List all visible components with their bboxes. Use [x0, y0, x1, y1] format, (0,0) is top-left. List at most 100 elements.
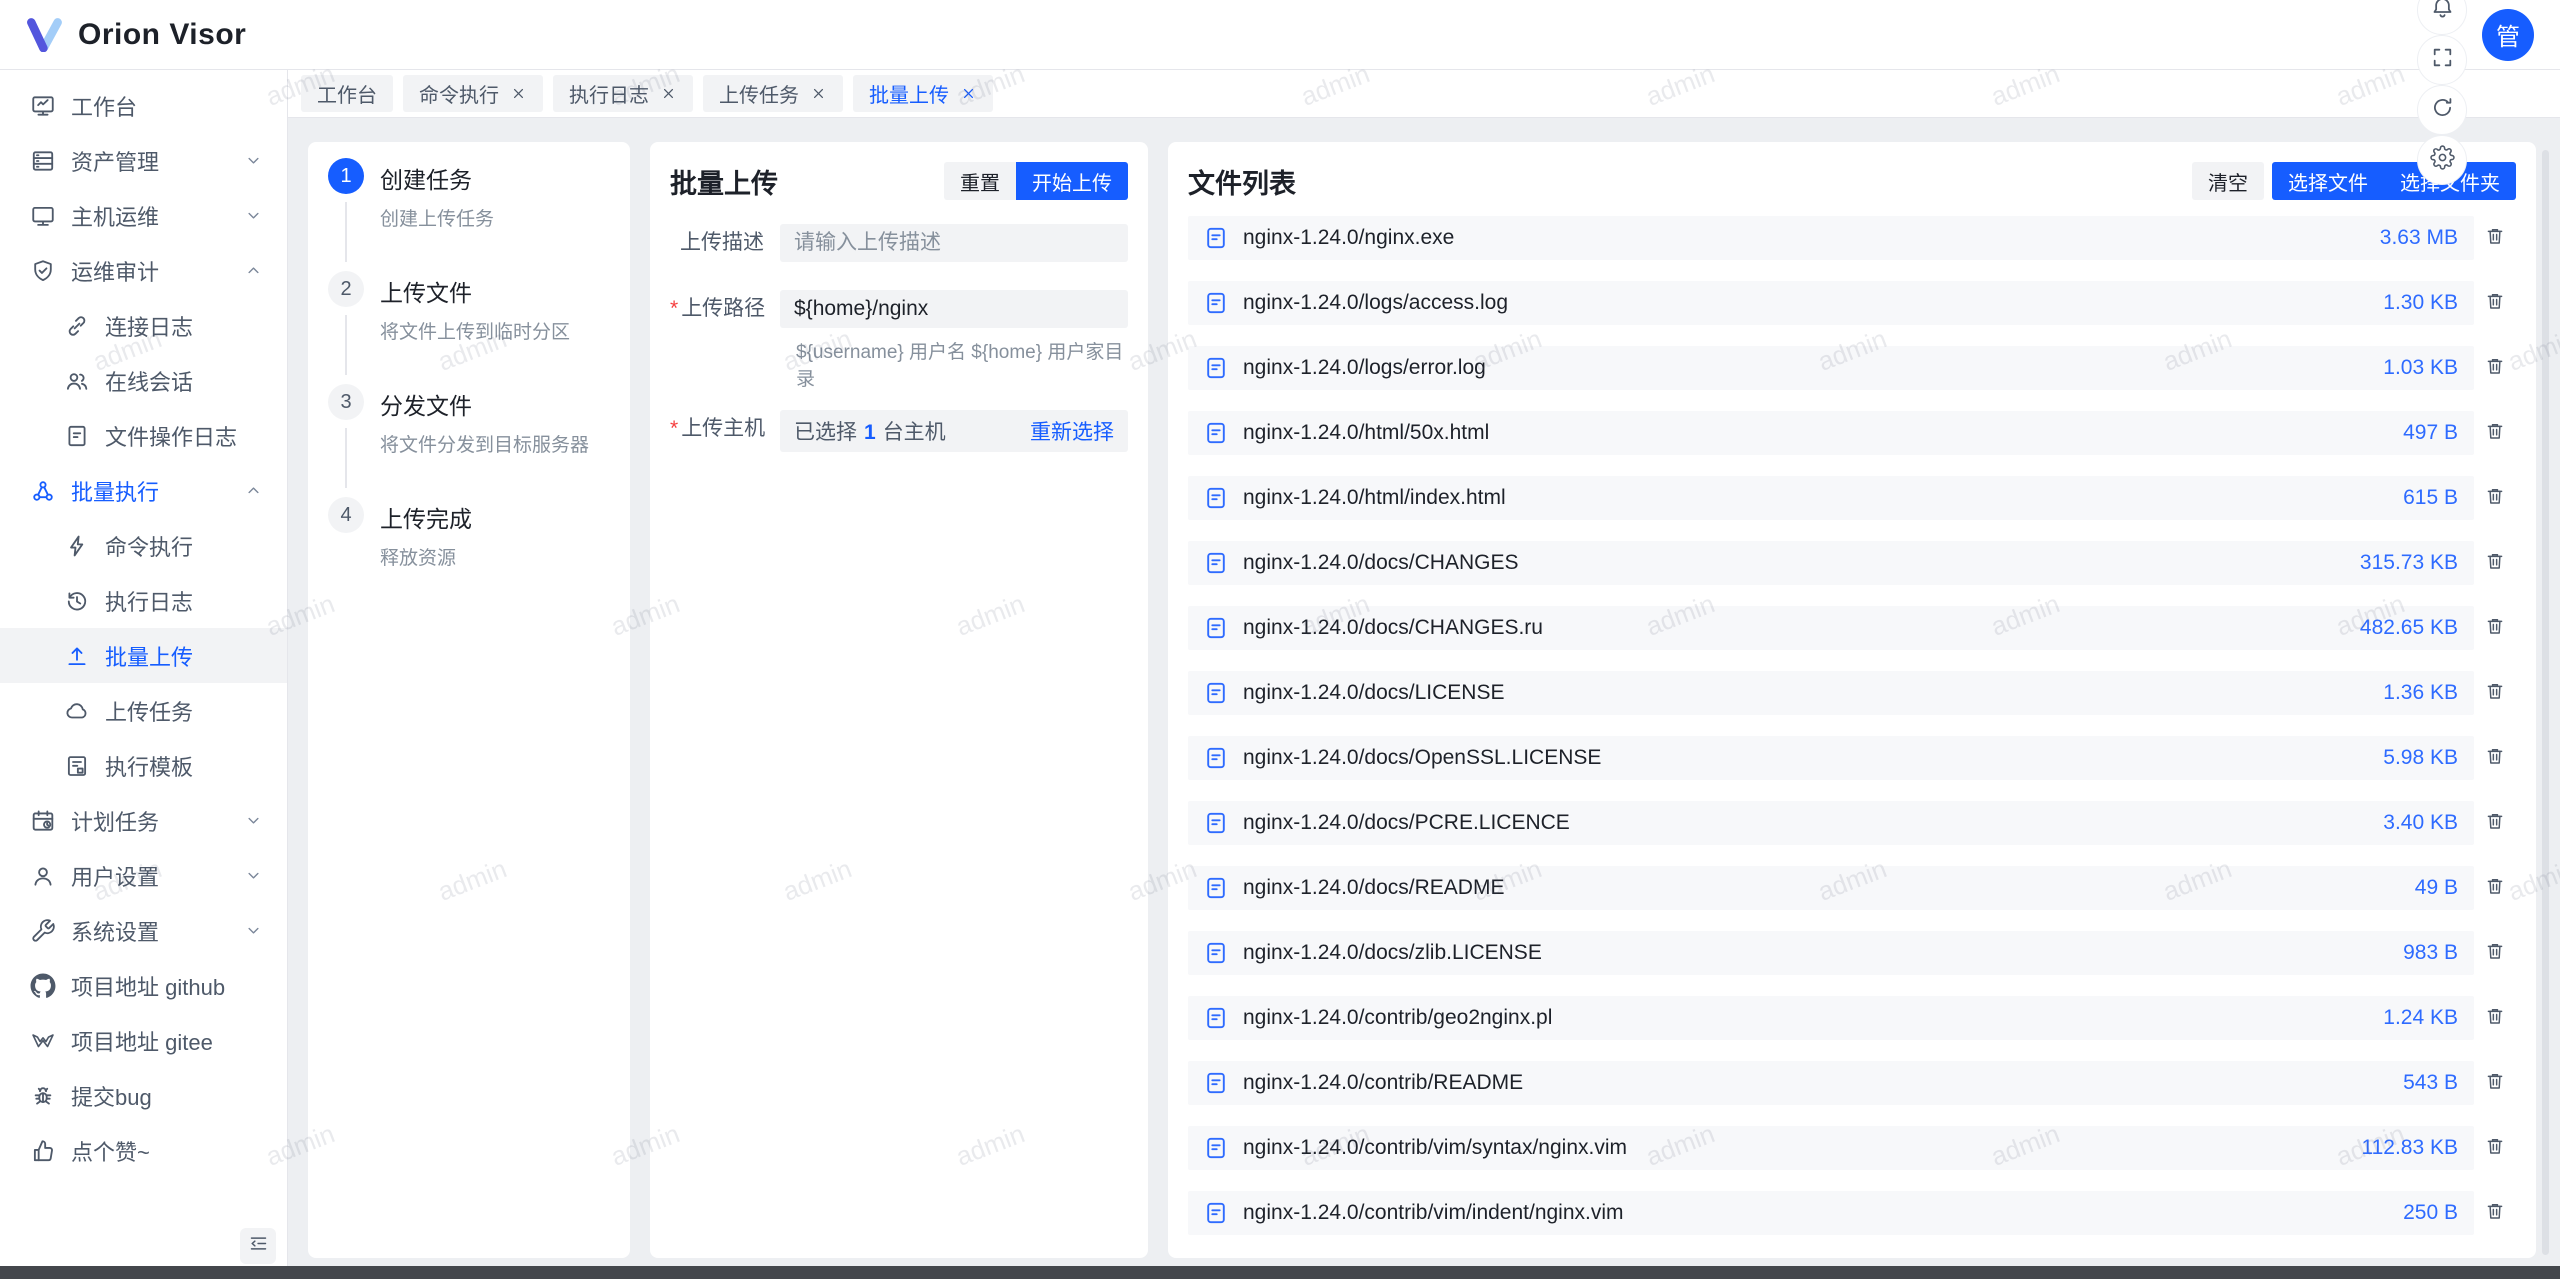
file-text-icon: [1204, 421, 1228, 445]
delete-file-button[interactable]: [2474, 1200, 2516, 1227]
step-1: 1创建任务创建上传任务: [328, 158, 610, 271]
sidebar-item-label: 执行模板: [105, 750, 193, 782]
upload-desc-input[interactable]: [780, 224, 1128, 262]
sidebar-item-执行模板[interactable]: 执行模板: [0, 738, 287, 793]
sidebar-item-批量执行[interactable]: 批量执行: [0, 463, 287, 518]
delete-file-button[interactable]: [2474, 940, 2516, 967]
required-asterisk: *: [670, 297, 678, 320]
tab-close-icon[interactable]: [960, 85, 977, 102]
start-upload-button[interactable]: 开始上传: [1016, 162, 1128, 200]
sidebar-item-系统设置[interactable]: 系统设置: [0, 903, 287, 958]
delete-file-button[interactable]: [2474, 875, 2516, 902]
tab-close-icon[interactable]: [510, 85, 527, 102]
chevron-down-icon: [244, 866, 263, 885]
clear-files-button[interactable]: 清空: [2192, 162, 2264, 200]
delete-file-button[interactable]: [2474, 355, 2516, 382]
settings-gear-button[interactable]: [2417, 135, 2467, 185]
orion-visor-logo-icon: [26, 18, 64, 52]
required-asterisk: *: [670, 417, 678, 440]
sidebar-item-用户设置[interactable]: 用户设置: [0, 848, 287, 903]
tab-close-icon[interactable]: [810, 85, 827, 102]
file-row-body: nginx-1.24.0/contrib/vim/syntax/nginx.vi…: [1188, 1126, 2474, 1170]
delete-file-button[interactable]: [2474, 1135, 2516, 1162]
file-name: nginx-1.24.0/html/index.html: [1243, 486, 1506, 510]
file-name: nginx-1.24.0/docs/OpenSSL.LICENSE: [1243, 746, 1601, 770]
file-text-icon: [1204, 681, 1228, 705]
file-row-body: nginx-1.24.0/contrib/README543 B: [1188, 1061, 2474, 1105]
delete-file-button[interactable]: [2474, 485, 2516, 512]
sidebar-item-在线会话[interactable]: 在线会话: [0, 353, 287, 408]
link-icon: [64, 313, 90, 339]
sidebar-item-资产管理[interactable]: 资产管理: [0, 133, 287, 188]
sidebar-item-连接日志[interactable]: 连接日志: [0, 298, 287, 353]
sidebar-item-提交bug[interactable]: 提交bug: [0, 1068, 287, 1123]
file-row: nginx-1.24.0/html/index.html615 B: [1188, 476, 2516, 520]
command-lightning-icon: [64, 533, 90, 559]
refresh-button[interactable]: [2417, 85, 2467, 135]
sidebar-item-运维审计[interactable]: 运维审计: [0, 243, 287, 298]
delete-file-button[interactable]: [2474, 810, 2516, 837]
upload-icon: [64, 643, 90, 669]
gitee-icon: [30, 1028, 56, 1054]
sidebar-item-项目地址 github[interactable]: 项目地址 github: [0, 958, 287, 1013]
sidebar-item-批量上传[interactable]: 批量上传: [0, 628, 287, 683]
sidebar-item-label: 主机运维: [71, 200, 159, 232]
trash-icon: [2484, 225, 2506, 252]
thumbs-up-icon: [30, 1138, 56, 1164]
tab-close-icon[interactable]: [660, 85, 677, 102]
step-number: 1: [328, 158, 364, 194]
tab-上传任务[interactable]: 上传任务: [703, 75, 843, 112]
sidebar-item-命令执行[interactable]: 命令执行: [0, 518, 287, 573]
delete-file-button[interactable]: [2474, 745, 2516, 772]
trash-icon: [2484, 745, 2506, 772]
delete-file-button[interactable]: [2474, 1005, 2516, 1032]
sidebar-item-执行日志[interactable]: 执行日志: [0, 573, 287, 628]
sidebar-item-label: 执行日志: [105, 585, 193, 617]
sidebar-item-计划任务[interactable]: 计划任务: [0, 793, 287, 848]
cloud-icon: [64, 698, 90, 724]
tab-批量上传[interactable]: 批量上传: [853, 75, 993, 112]
tab-命令执行[interactable]: 命令执行: [403, 75, 543, 112]
reset-button[interactable]: 重置: [944, 162, 1016, 200]
file-row: nginx-1.24.0/docs/CHANGES315.73 KB: [1188, 541, 2516, 585]
file-name: nginx-1.24.0/logs/error.log: [1243, 356, 1486, 380]
file-text-icon: [1204, 876, 1228, 900]
page-scrollbar[interactable]: [2542, 150, 2549, 1255]
delete-file-button[interactable]: [2474, 615, 2516, 642]
form-card-title: 批量上传: [670, 162, 778, 201]
trash-icon: [2484, 420, 2506, 447]
refresh-icon: [2430, 95, 2455, 125]
file-row-body: nginx-1.24.0/html/50x.html497 B: [1188, 411, 2474, 455]
upload-path-input[interactable]: [780, 290, 1128, 328]
sidebar-item-label: 项目地址 github: [71, 970, 225, 1002]
step-title: 上传完成: [380, 500, 472, 534]
sidebar-item-主机运维[interactable]: 主机运维: [0, 188, 287, 243]
reselect-hosts-link[interactable]: 重新选择: [1030, 416, 1114, 446]
user-avatar[interactable]: 管: [2482, 9, 2534, 61]
step-number: 2: [328, 271, 364, 307]
file-name: nginx-1.24.0/html/50x.html: [1243, 421, 1489, 445]
delete-file-button[interactable]: [2474, 550, 2516, 577]
tab-执行日志[interactable]: 执行日志: [553, 75, 693, 112]
file-row-body: nginx-1.24.0/contrib/geo2nginx.pl1.24 KB: [1188, 996, 2474, 1040]
file-size: 1.03 KB: [2383, 356, 2458, 380]
fullscreen-button[interactable]: [2417, 35, 2467, 85]
sidebar-item-工作台[interactable]: 工作台: [0, 78, 287, 133]
delete-file-button[interactable]: [2474, 290, 2516, 317]
bell-button[interactable]: [2417, 0, 2467, 35]
tab-工作台[interactable]: 工作台: [301, 75, 393, 112]
sidebar-item-文件操作日志[interactable]: 文件操作日志: [0, 408, 287, 463]
delete-file-button[interactable]: [2474, 225, 2516, 252]
file-name: nginx-1.24.0/docs/zlib.LICENSE: [1243, 941, 1542, 965]
delete-file-button[interactable]: [2474, 680, 2516, 707]
delete-file-button[interactable]: [2474, 1070, 2516, 1097]
delete-file-button[interactable]: [2474, 420, 2516, 447]
sidebar-item-点个赞~[interactable]: 点个赞~: [0, 1123, 287, 1178]
sidebar-collapse-button[interactable]: [240, 1228, 276, 1264]
sidebar-item-上传任务[interactable]: 上传任务: [0, 683, 287, 738]
file-row-body: nginx-1.24.0/docs/README49 B: [1188, 866, 2474, 910]
trash-icon: [2484, 290, 2506, 317]
select-file-button[interactable]: 选择文件: [2272, 162, 2384, 200]
sidebar-item-项目地址 gitee[interactable]: 项目地址 gitee: [0, 1013, 287, 1068]
file-row-body: nginx-1.24.0/docs/zlib.LICENSE983 B: [1188, 931, 2474, 975]
